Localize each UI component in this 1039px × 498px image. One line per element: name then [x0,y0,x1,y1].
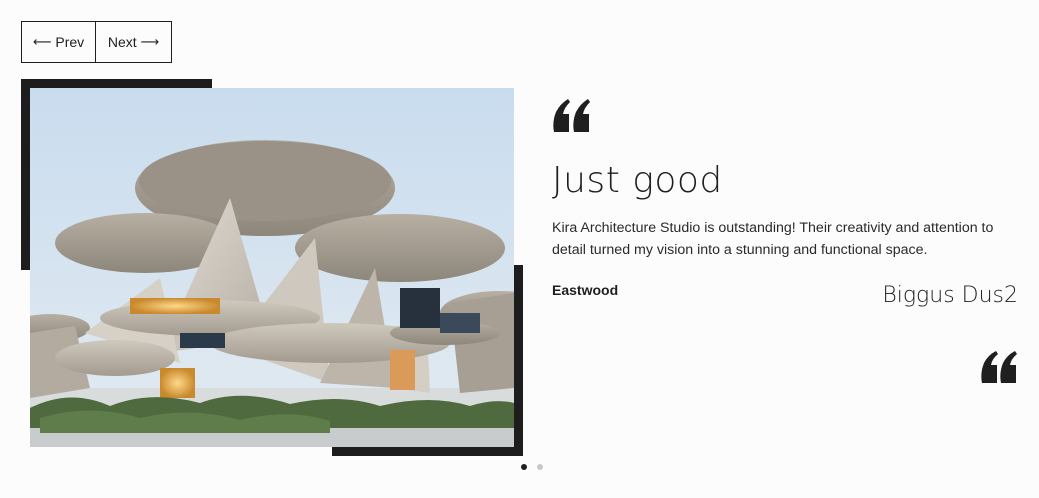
pagination-dot-1[interactable] [521,464,527,470]
prev-button-label: Prev [55,34,85,50]
next-button-label: Next [107,34,137,50]
testimonial-photo [30,88,514,447]
slider-navigation: ⟵ Prev Next ⟶ [21,21,172,63]
arrow-left-icon: ⟵ [32,34,52,50]
author-signature: Biggus Dus2 [882,283,1018,308]
testimonial-title: Just good [552,160,723,201]
testimonial-text: Kira Architecture Studio is outstanding!… [552,220,994,258]
pagination-dot-2[interactable] [537,464,543,470]
quote-close-icon [981,351,1017,383]
quote-open-icon [553,99,590,132]
arrow-right-icon: ⟶ [140,34,160,50]
next-button[interactable]: Next ⟶ [95,21,172,63]
prev-button[interactable]: ⟵ Prev [21,21,96,63]
testimonial-author: Eastwood [552,282,619,298]
slider-pagination [521,464,543,470]
